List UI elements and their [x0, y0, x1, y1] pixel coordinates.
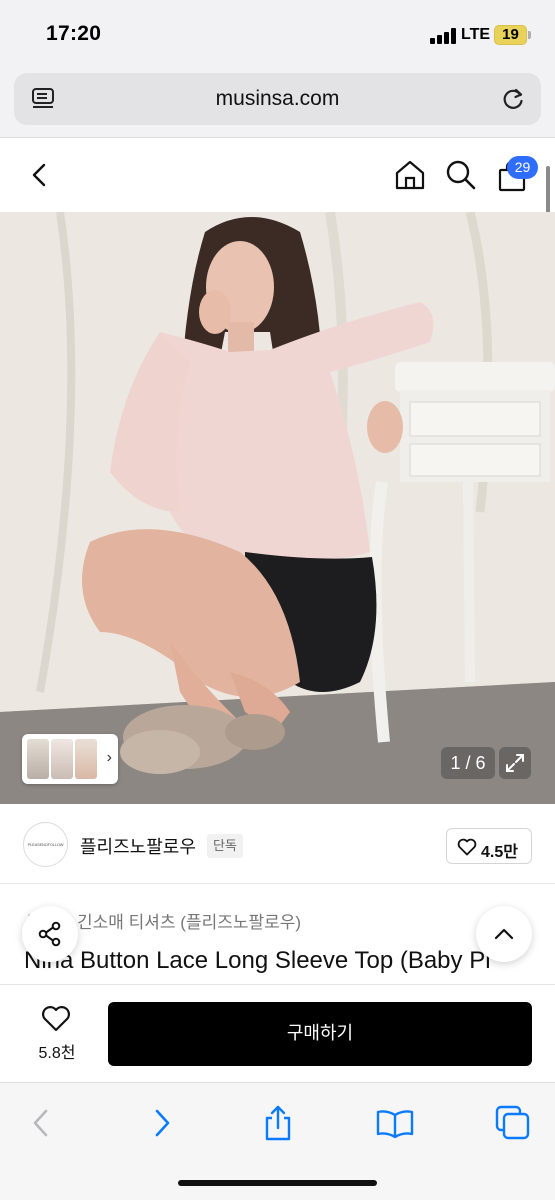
- heart-icon: [457, 838, 477, 856]
- image-counter: 1 / 6: [441, 747, 495, 779]
- purchase-bar: 5.8천 구매하기: [0, 984, 555, 1082]
- product-title: Nina Button Lace Long Sleeve Top (Baby P…: [24, 947, 491, 974]
- reload-icon[interactable]: [499, 85, 527, 113]
- browser-back-icon[interactable]: [22, 1103, 62, 1143]
- home-icon[interactable]: [394, 159, 426, 191]
- browser-address-area: musinsa.com: [0, 70, 555, 138]
- share-icon: [38, 921, 61, 947]
- battery-cap: [528, 31, 531, 39]
- brand-row: PLEASENOFOLLOW 플리즈노팔로우 단독 4.5만: [0, 804, 555, 884]
- thumbnail-strip[interactable]: ›: [22, 734, 118, 784]
- product-category[interactable]: 긴소매 티셔츠 (플리즈노팔로우): [77, 908, 301, 933]
- battery-level: 19: [502, 26, 519, 43]
- bookmarks-icon[interactable]: [375, 1103, 415, 1143]
- product-image[interactable]: › 1 / 6: [0, 212, 555, 804]
- expand-icon: [506, 754, 524, 772]
- search-icon[interactable]: [445, 159, 477, 191]
- chevron-up-icon: [494, 928, 514, 940]
- brand-like-count: 4.5만: [481, 844, 518, 861]
- expand-button[interactable]: [499, 747, 531, 779]
- thumbnail-image[interactable]: [27, 739, 49, 779]
- address-bar[interactable]: musinsa.com: [14, 73, 541, 125]
- url-text[interactable]: musinsa.com: [14, 87, 541, 111]
- cellular-signal-icon: [430, 28, 456, 44]
- tabs-icon[interactable]: [493, 1103, 533, 1143]
- status-bar: 17:20 LTE 19: [0, 0, 555, 70]
- share-sheet-icon[interactable]: [258, 1103, 298, 1143]
- chevron-left-icon[interactable]: [26, 161, 54, 189]
- brand-like-button[interactable]: 4.5만: [446, 828, 532, 864]
- site-header: 29: [0, 139, 555, 212]
- brand-logo-text: PLEASENOFOLLOW: [27, 842, 64, 847]
- wishlist-button[interactable]: 5.8천: [26, 1005, 88, 1065]
- thumbnail-next-icon[interactable]: ›: [107, 749, 112, 767]
- product-photo: [0, 212, 555, 804]
- exclusive-badge: 단독: [207, 834, 243, 858]
- brand-name[interactable]: 플리즈노팔로우: [80, 833, 196, 859]
- status-time: 17:20: [46, 22, 102, 45]
- scroll-top-button[interactable]: [476, 906, 532, 962]
- buy-button[interactable]: 구매하기: [108, 1002, 532, 1066]
- battery-icon: 19: [494, 25, 527, 45]
- heart-icon: [42, 1006, 70, 1032]
- home-indicator: [178, 1180, 377, 1186]
- thumbnail-image[interactable]: [51, 739, 73, 779]
- share-button[interactable]: [22, 906, 78, 962]
- cart-count-badge: 29: [507, 156, 538, 179]
- network-type: LTE: [461, 26, 491, 43]
- wishlist-count: 5.8천: [38, 1045, 76, 1062]
- brand-logo[interactable]: PLEASENOFOLLOW: [23, 822, 68, 867]
- thumbnail-image[interactable]: [75, 739, 97, 779]
- browser-forward-icon[interactable]: [142, 1103, 182, 1143]
